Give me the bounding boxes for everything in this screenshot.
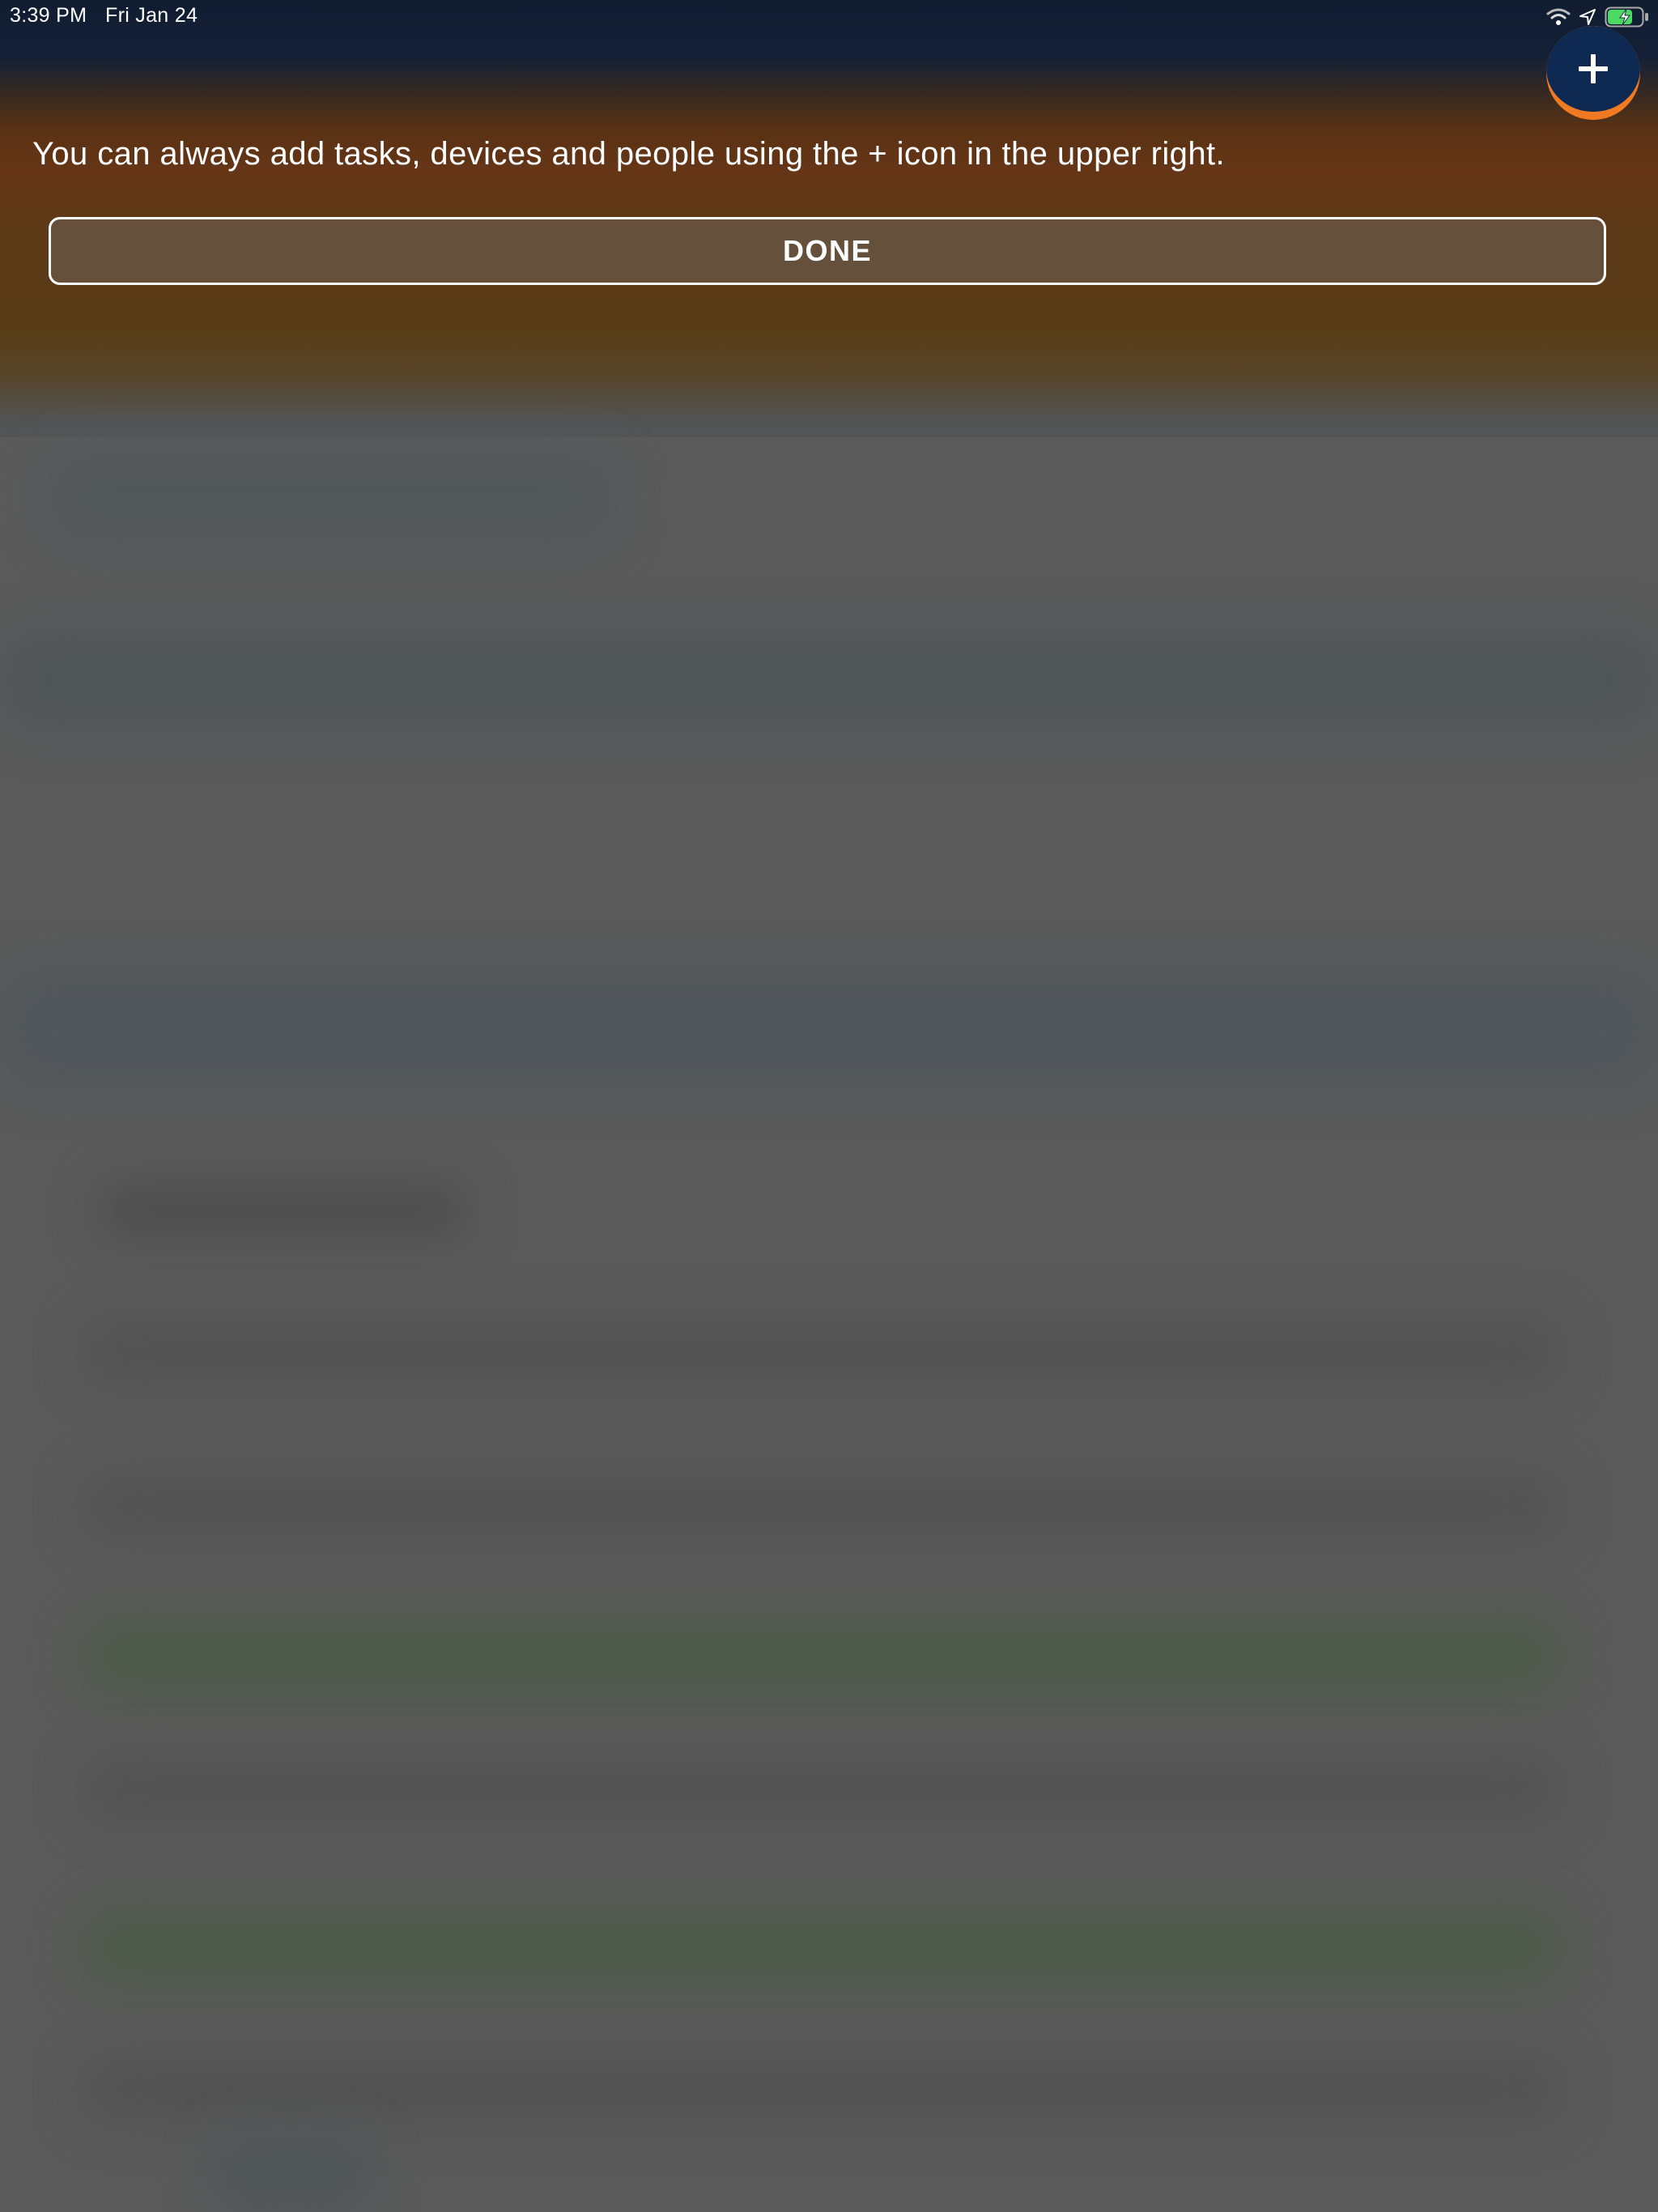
done-button[interactable]: DONE bbox=[49, 217, 1606, 285]
wifi-icon bbox=[1546, 8, 1571, 26]
location-arrow-icon bbox=[1579, 8, 1596, 26]
background-band bbox=[81, 2057, 1562, 2121]
background-band bbox=[81, 1619, 1562, 1692]
status-date: Fri Jan 24 bbox=[105, 4, 198, 27]
done-button-label: DONE bbox=[782, 234, 872, 267]
background-band bbox=[49, 453, 615, 542]
status-time: 3:39 PM bbox=[10, 4, 87, 27]
background-band bbox=[81, 1757, 1562, 1822]
onboarding-hint-text: You can always add tasks, devices and pe… bbox=[32, 136, 1225, 172]
status-icons bbox=[1546, 6, 1650, 28]
add-button[interactable] bbox=[1546, 26, 1640, 120]
status-bar: 3:39 PM Fri Jan 24 bbox=[0, 0, 1658, 34]
background-band bbox=[0, 972, 1658, 1085]
background-band bbox=[97, 1182, 470, 1239]
background-band bbox=[210, 2138, 372, 2210]
background-band bbox=[0, 632, 1658, 729]
background-band bbox=[81, 1474, 1562, 1538]
background-band bbox=[81, 1911, 1562, 1984]
background-band bbox=[81, 1320, 1562, 1385]
battery-charging-icon bbox=[1605, 6, 1650, 28]
